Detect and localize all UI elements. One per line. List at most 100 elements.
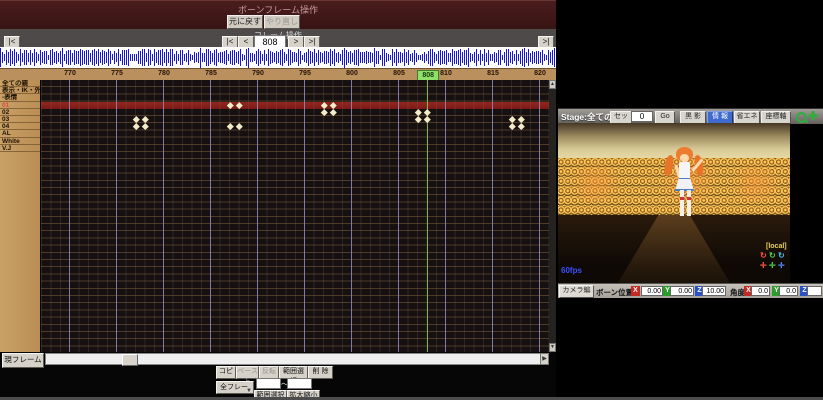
keyframe-diamond[interactable] — [227, 123, 233, 129]
waveform-bar — [128, 49, 129, 67]
waveform-bar — [28, 53, 29, 62]
waveform-bar — [456, 51, 457, 63]
waveform-bar — [326, 51, 327, 64]
waveform-bar — [396, 49, 397, 65]
keyframe-diamond[interactable] — [330, 109, 336, 115]
keyframe-diamond[interactable] — [236, 123, 242, 129]
edit-button[interactable]: コピー — [216, 366, 236, 379]
scroll-right-icon[interactable]: ▶ — [540, 353, 549, 365]
rotate-y-icon[interactable]: ↻ — [769, 251, 778, 260]
keyframe-diamond[interactable] — [518, 116, 524, 122]
waveform-bar — [268, 49, 269, 66]
waveform-bar — [150, 50, 151, 64]
vertical-scrollbar[interactable]: ▲ ▼ — [549, 80, 556, 352]
timeline-row-label[interactable]: 04 — [0, 123, 40, 130]
waveform-bar — [202, 53, 203, 62]
waveform-bar — [22, 53, 23, 62]
move-y-icon[interactable]: ✛ — [769, 261, 778, 270]
waveform-bar — [418, 55, 419, 60]
stage-viewport[interactable] — [558, 123, 790, 283]
range-to-input[interactable] — [287, 378, 312, 389]
waveform-bar — [212, 53, 213, 62]
waveform-bar — [16, 52, 17, 64]
timeline-row-label[interactable]: -表情 — [0, 94, 40, 101]
waveform-bar — [442, 51, 443, 64]
camera-mode-button[interactable]: カメラ編 — [559, 285, 594, 298]
waveform-bar — [214, 50, 215, 65]
scroll-down-icon[interactable]: ▼ — [549, 343, 556, 352]
waveform-bar — [548, 50, 549, 64]
waveform-bar — [78, 51, 79, 63]
scrollbar-thumb[interactable] — [122, 354, 138, 366]
undo-button[interactable]: 元に戻す — [227, 15, 263, 29]
timeline-row-label[interactable]: White — [0, 138, 40, 145]
axis-value-input[interactable] — [807, 286, 822, 296]
current-frame-button[interactable]: 現フレーム — [2, 353, 44, 368]
range-from-input[interactable] — [256, 378, 281, 389]
frame-range-dropdown[interactable]: 全フレーム ▼ — [216, 381, 254, 394]
move-x-icon[interactable]: ✛ — [760, 261, 769, 270]
axis-value-input[interactable] — [751, 286, 770, 296]
magnifier-icon[interactable] — [796, 112, 807, 123]
axis-value-input[interactable] — [779, 286, 798, 296]
waveform-bar — [304, 53, 305, 62]
move-z-icon[interactable]: ✛ — [778, 261, 787, 270]
waveform-bar — [468, 48, 469, 68]
waveform-bar — [122, 50, 123, 66]
waveform-bar — [216, 49, 217, 65]
waveform-bar — [310, 51, 311, 63]
scroll-up-icon[interactable]: ▲ — [549, 80, 556, 89]
keyframe-timeline-grid[interactable] — [41, 80, 549, 352]
keyframe-diamond[interactable] — [518, 123, 524, 129]
axis-value-input[interactable] — [670, 286, 694, 296]
keyframe-diamond[interactable] — [509, 123, 515, 129]
waveform-bar — [32, 53, 33, 61]
waveform-bar — [496, 53, 497, 62]
keyframe-diamond[interactable] — [424, 116, 430, 122]
keyframe-diamond[interactable] — [142, 116, 148, 122]
waveform-bar — [190, 54, 191, 60]
waveform-bar — [86, 50, 87, 65]
waveform-bar — [308, 49, 309, 65]
horizontal-scrollbar[interactable] — [45, 353, 549, 365]
axis-value-input[interactable] — [641, 286, 663, 296]
plus-icon[interactable]: ✚ — [808, 109, 818, 123]
chevron-down-icon: ▼ — [246, 385, 252, 397]
timeline-row-label[interactable]: 03 — [0, 116, 40, 123]
timeline-row-label[interactable]: 表示・IK・外親 — [0, 87, 40, 94]
timeline-row-label[interactable]: 全ての親 — [0, 80, 40, 87]
waveform-bar — [10, 49, 11, 66]
rotate-z-icon[interactable]: ↻ — [778, 251, 787, 260]
timeline-row-label[interactable]: 01 — [0, 102, 40, 109]
axis-rotate-icons[interactable]: ↻↻↻ — [760, 251, 820, 261]
keyframe-diamond[interactable] — [142, 123, 148, 129]
character-boot-trim-left — [680, 197, 684, 200]
keyframe-diamond[interactable] — [321, 109, 327, 115]
axis-badge: X — [631, 286, 640, 296]
waveform-bar — [26, 50, 27, 65]
keyframe-diamond[interactable] — [415, 116, 421, 122]
waveform-bar — [88, 50, 89, 66]
timeline-row-label[interactable]: 02 — [0, 109, 40, 116]
stage-frame-input[interactable] — [631, 111, 653, 122]
waveform-bar — [136, 54, 137, 61]
waveform-bar — [544, 54, 545, 60]
waveform-bar — [510, 52, 511, 63]
waveform-bar — [70, 50, 71, 64]
timeline-row-label[interactable]: AL — [0, 130, 40, 137]
waveform-bar — [414, 50, 415, 65]
local-mode-badge: [local] — [766, 243, 787, 250]
axis-move-icons[interactable]: ✛✛✛ — [760, 261, 820, 271]
waveform-bar — [234, 50, 235, 65]
axis-value-input[interactable] — [702, 286, 726, 296]
waveform-bar — [530, 53, 531, 63]
waveform-bar — [372, 53, 373, 63]
waveform-bar — [392, 49, 393, 67]
keyframe-diamond[interactable] — [133, 123, 139, 129]
timeline-row-label[interactable]: V.J — [0, 145, 40, 152]
stage-toolbar: Stage:全ての セット Go 黒 影情 報省エネ座標軸 ✚ — [558, 108, 823, 124]
waveform-bar — [420, 55, 421, 60]
rotate-x-icon[interactable]: ↻ — [760, 251, 769, 260]
keyframe-diamond[interactable] — [424, 109, 430, 115]
redo-button[interactable]: やり直し — [264, 15, 300, 29]
